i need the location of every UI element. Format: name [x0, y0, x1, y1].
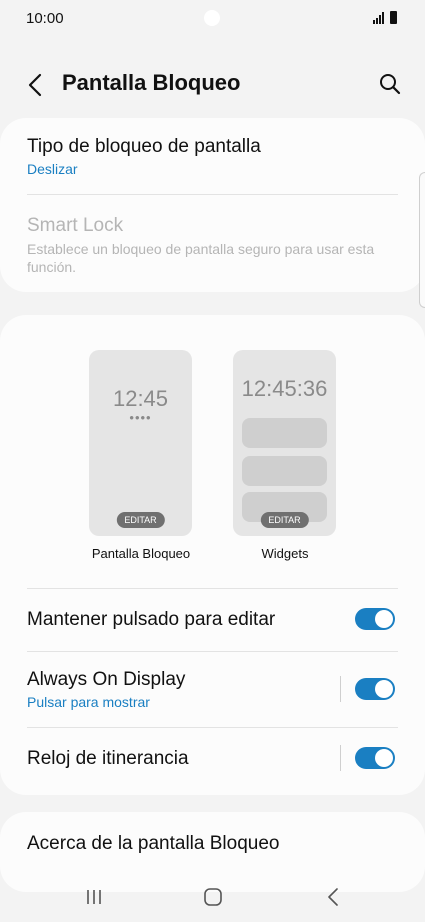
divider	[27, 194, 398, 195]
lock-type-value: Deslizar	[27, 161, 78, 177]
status-time: 10:00	[26, 10, 64, 27]
widget-placeholder	[242, 456, 327, 486]
security-card: Tipo de bloqueo de pantalla Deslizar Sma…	[0, 118, 425, 292]
search-icon	[380, 74, 401, 95]
widget-placeholder	[242, 418, 327, 448]
divider	[27, 727, 398, 728]
roaming-clock-toggle[interactable]	[355, 747, 395, 769]
navigation-bar	[0, 872, 425, 922]
header: Pantalla Bloqueo	[0, 60, 425, 110]
about-title: Acerca de la pantalla Bloqueo	[27, 833, 280, 854]
preview-clock: 12:45	[112, 386, 169, 411]
home-button[interactable]	[193, 880, 233, 914]
customization-card: 12:45 •••• EDITAR Pantalla Bloqueo 12:45…	[0, 315, 425, 795]
divider	[27, 651, 398, 652]
front-camera	[204, 10, 220, 26]
widgets-preview[interactable]: 12:45:36 EDITAR	[233, 350, 336, 536]
lockscreen-preview[interactable]: 12:45 •••• EDITAR	[89, 350, 192, 536]
smart-lock-description: Establece un bloqueo de pantalla seguro …	[27, 241, 375, 275]
recents-icon	[87, 890, 101, 904]
recents-button[interactable]	[74, 880, 114, 914]
vertical-separator	[340, 676, 341, 702]
signal-icon	[373, 12, 384, 24]
smart-lock-title: Smart Lock	[27, 215, 124, 236]
lock-type-title: Tipo de bloqueo de pantalla	[27, 136, 261, 157]
widgets-preview-clock: 12:45:36	[241, 376, 328, 401]
hold-edit-toggle[interactable]	[355, 608, 395, 630]
nav-back-button[interactable]	[313, 880, 353, 914]
roaming-clock-title: Reloj de itinerancia	[27, 748, 189, 769]
battery-icon	[390, 11, 397, 24]
aod-toggle[interactable]	[355, 678, 395, 700]
edit-lockscreen-button[interactable]: EDITAR	[116, 512, 165, 528]
edit-widgets-button[interactable]: EDITAR	[260, 512, 309, 528]
widgets-preview-label: Widgets	[261, 546, 309, 561]
hold-edit-title: Mantener pulsado para editar	[27, 609, 276, 630]
page-title: Pantalla Bloqueo	[62, 70, 241, 95]
vertical-separator	[340, 745, 341, 771]
chevron-left-icon	[28, 73, 42, 97]
status-bar: 10:00	[0, 0, 425, 38]
divider	[27, 588, 398, 589]
lockscreen-preview-label: Pantalla Bloqueo	[91, 546, 191, 561]
back-button[interactable]	[22, 68, 48, 102]
preview-pin-dots: ••••	[129, 410, 152, 425]
aod-title: Always On Display	[27, 669, 186, 690]
search-button[interactable]	[374, 68, 406, 100]
home-icon	[204, 888, 222, 906]
aod-subtitle: Pulsar para mostrar	[27, 694, 150, 710]
edge-panel-handle[interactable]	[419, 172, 425, 308]
back-icon	[328, 888, 338, 906]
